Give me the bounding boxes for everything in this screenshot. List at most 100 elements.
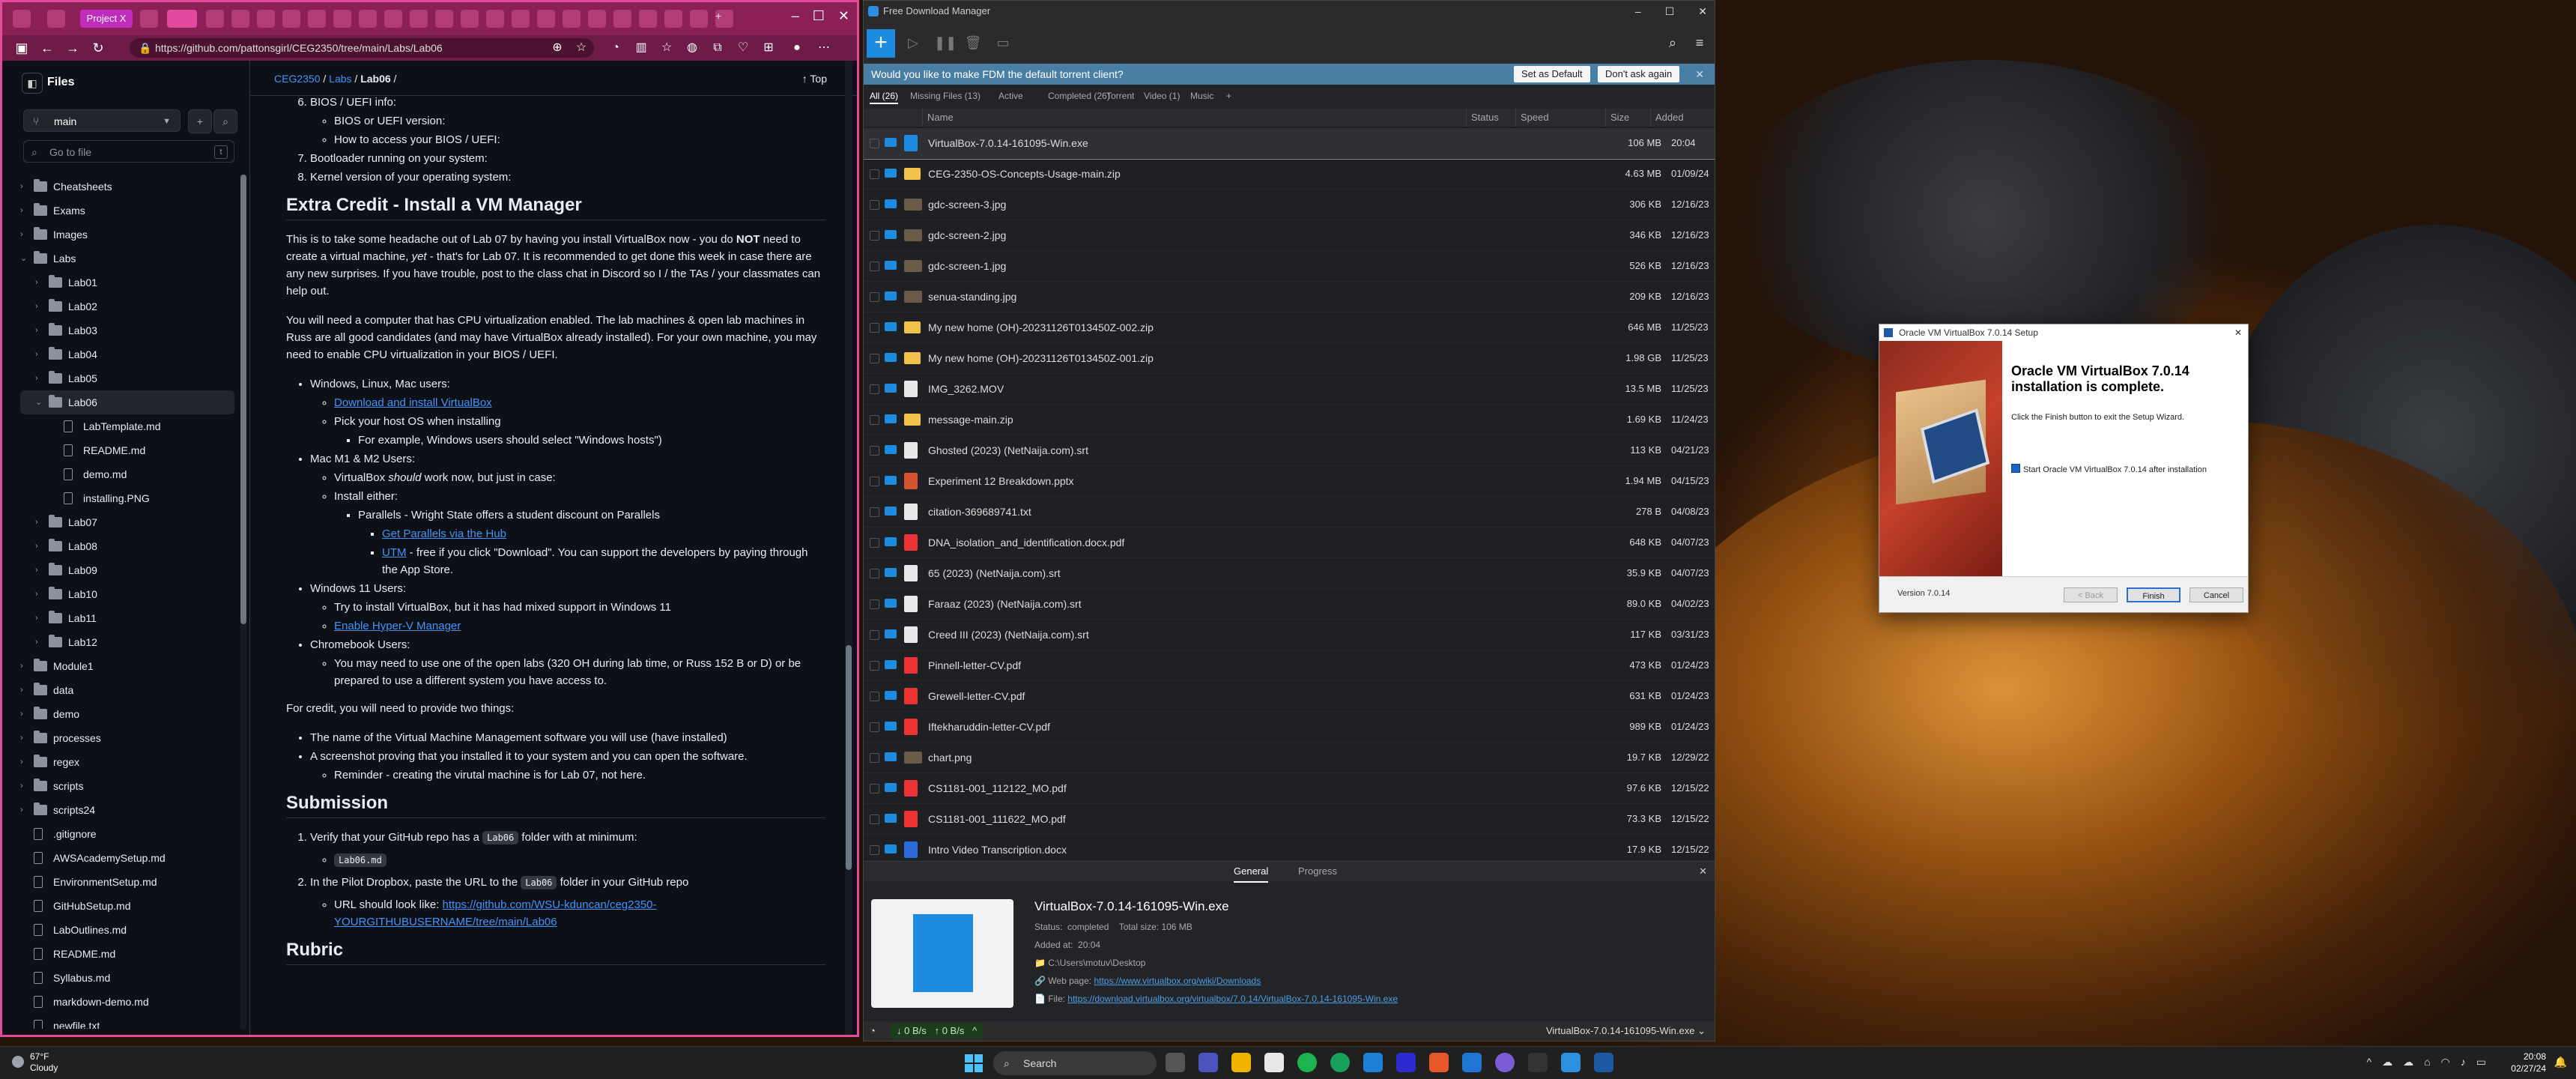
folder-icon[interactable] [885, 660, 897, 669]
row-checkbox[interactable] [870, 139, 879, 148]
chevron-right-icon[interactable]: › [35, 510, 46, 534]
tree-folder[interactable]: › Exams [20, 199, 234, 223]
download-virtualbox-link[interactable]: Download and install VirtualBox [334, 396, 492, 409]
row-checkbox[interactable] [870, 446, 879, 456]
tree-folder[interactable]: › Lab10 [20, 582, 234, 606]
cloud-sync-icon[interactable]: ☁ [2382, 1056, 2392, 1069]
browser-tab[interactable] [47, 10, 65, 28]
dont-ask-again-button[interactable]: Don't ask again [1598, 66, 1680, 82]
filter-tab[interactable]: Missing Files (13) [910, 91, 981, 101]
chevron-right-icon[interactable]: › [35, 270, 46, 294]
filter-tab[interactable]: Completed (26) [1048, 91, 1110, 101]
browser-tab[interactable] [537, 10, 555, 28]
row-checkbox[interactable] [870, 599, 879, 609]
brave-icon[interactable] [1429, 1053, 1449, 1072]
browser-tab[interactable] [512, 10, 530, 28]
address-bar[interactable]: 🔒 https://github.com/pattonsgirl/CEG2350… [130, 38, 594, 58]
folder-icon[interactable] [885, 169, 897, 178]
reload-icon[interactable]: ↻ [89, 39, 107, 57]
folder-icon[interactable] [885, 322, 897, 331]
folder-icon[interactable] [885, 414, 897, 423]
split-screen-icon[interactable]: ▥ [633, 40, 649, 56]
row-checkbox[interactable] [870, 231, 879, 241]
app-icon[interactable] [1495, 1053, 1515, 1072]
chevron-right-icon[interactable]: › [20, 726, 31, 750]
download-row[interactable]: My new home (OH)-20231126T013450Z-002.zi… [864, 312, 1715, 343]
download-row[interactable]: Intro Video Transcription.docx 17.9 KB 12/… [864, 835, 1715, 859]
download-row[interactable]: citation-369689741.txt 278 B 04/08/23 [864, 497, 1715, 528]
chevron-right-icon[interactable]: › [20, 175, 31, 199]
row-checkbox[interactable] [870, 477, 879, 486]
favorites-icon[interactable]: ☆ [658, 40, 675, 56]
download-row[interactable]: Creed III (2023) (NetNaija.com).srt 117 K… [864, 620, 1715, 650]
download-row[interactable]: gdc-screen-3.jpg 306 KB 12/16/23 [864, 190, 1715, 220]
download-row[interactable]: 65 (2023) (NetNaija.com).srt 35.9 KB 04/07… [864, 558, 1715, 589]
row-checkbox[interactable] [870, 661, 879, 671]
chevron-right-icon[interactable]: › [20, 774, 31, 798]
filter-tab[interactable]: All (26) [870, 91, 899, 104]
tree-folder[interactable]: › Lab12 [20, 630, 234, 654]
vscode-icon[interactable] [1363, 1053, 1383, 1072]
collections-icon[interactable]: ⊞ [760, 40, 777, 56]
tree-folder[interactable]: › Lab09 [20, 558, 234, 582]
row-checkbox[interactable] [870, 354, 879, 363]
browser-tab[interactable] [613, 10, 631, 28]
delete-icon[interactable]: 🗑 [964, 34, 982, 52]
close-icon[interactable]: ✕ [838, 8, 849, 24]
browser-tab[interactable] [410, 10, 428, 28]
row-checkbox[interactable] [870, 845, 879, 855]
breadcrumb-labs-link[interactable]: Labs [329, 73, 351, 85]
tree-folder[interactable]: › Lab04 [20, 342, 234, 366]
wifi-icon[interactable]: ◠ [2441, 1056, 2450, 1069]
folder-icon[interactable] [885, 291, 897, 300]
terminal-icon[interactable] [1528, 1053, 1548, 1072]
volume-icon[interactable]: ♪ [2461, 1056, 2466, 1069]
browser-tab[interactable] [588, 10, 606, 28]
scrollbar-thumb[interactable] [240, 175, 246, 624]
open-folder-icon[interactable]: ▭ [994, 34, 1012, 52]
close-icon[interactable]: ✕ [1699, 862, 1707, 881]
row-checkbox[interactable] [870, 262, 879, 271]
tab-general[interactable]: General [1234, 862, 1269, 883]
minimize-icon[interactable]: – [1635, 1, 1641, 22]
folder-icon[interactable] [885, 722, 897, 731]
tree-file[interactable]: LabOutlines.md [20, 918, 234, 942]
folder-icon[interactable] [885, 507, 897, 516]
play-icon[interactable]: ▷ [904, 34, 922, 52]
browser-tab[interactable] [384, 10, 402, 28]
browser-tab-project[interactable]: Project X [80, 10, 133, 28]
teams-icon[interactable] [1198, 1053, 1218, 1072]
chevron-up-icon[interactable]: ^ [2367, 1056, 2372, 1069]
launch-after-install-checkbox[interactable]: Start Oracle VM VirtualBox 7.0.14 after … [2011, 464, 2207, 474]
column-header-added[interactable]: Added [1650, 109, 1715, 127]
content-scrollbar[interactable] [845, 61, 852, 1035]
search-button[interactable]: ⌕ [213, 109, 237, 133]
download-row[interactable]: Grewell-letter-CV.pdf 631 KB 01/24/23 [864, 681, 1715, 712]
start-button[interactable] [965, 1054, 983, 1072]
profile-icon[interactable]: ● [789, 40, 805, 56]
set-as-default-button[interactable]: Set as Default [1514, 66, 1590, 82]
folder-icon[interactable] [885, 476, 897, 485]
status-current-file[interactable]: VirtualBox-7.0.14-161095-Win.exe ⌄ [1546, 1021, 1706, 1041]
file-url-link[interactable]: https://download.virtualbox.org/virtualb… [1067, 994, 1398, 1004]
chevron-right-icon[interactable]: › [20, 750, 31, 774]
breadcrumb-repo-link[interactable]: CEG2350 [274, 73, 320, 85]
forward-icon[interactable]: → [64, 39, 82, 57]
chevron-down-icon[interactable]: ⌄ [20, 247, 31, 270]
battery-icon[interactable]: ▭ [2476, 1056, 2486, 1069]
branch-selector[interactable]: ⑂ main ▼ [23, 109, 181, 132]
browser-tab[interactable] [206, 10, 224, 28]
tree-file[interactable]: AWSAcademySetup.md [20, 846, 234, 870]
tree-folder[interactable]: › Lab05 [20, 366, 234, 390]
onedrive-icon[interactable]: ☁ [2403, 1056, 2413, 1069]
tree-folder[interactable]: › Module1 [20, 654, 234, 678]
tree-folder[interactable]: › data [20, 678, 234, 702]
tree-file[interactable]: README.md [20, 438, 234, 462]
folder-icon[interactable] [885, 138, 897, 147]
row-checkbox[interactable] [870, 507, 879, 517]
chevron-right-icon[interactable]: › [20, 223, 31, 247]
chevron-right-icon[interactable]: › [35, 630, 46, 654]
row-checkbox[interactable] [870, 292, 879, 302]
utm-link[interactable]: UTM [382, 546, 407, 559]
chevron-right-icon[interactable]: › [20, 702, 31, 726]
